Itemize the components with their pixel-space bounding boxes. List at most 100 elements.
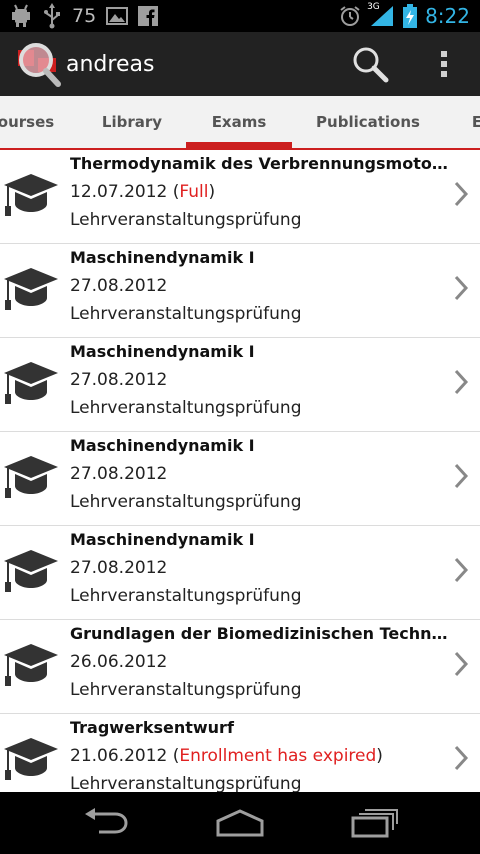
alarm-icon bbox=[339, 5, 361, 27]
paren-open: ( bbox=[167, 746, 180, 766]
notification-area: 75 bbox=[0, 0, 159, 32]
exam-date: 26.06.2012 bbox=[70, 652, 168, 672]
exam-type: Lehrveranstaltungsprüfung bbox=[70, 210, 302, 230]
home-icon bbox=[216, 809, 264, 837]
paren-close: ) bbox=[208, 182, 216, 202]
exam-title: Thermodynamik des Verbrennungsmotors bbox=[70, 154, 448, 173]
usb-icon bbox=[42, 3, 62, 29]
exam-info: Maschinendynamik I 27.08.2012 Lehrverans… bbox=[70, 432, 450, 516]
tab-publications[interactable]: Publications bbox=[300, 96, 436, 148]
selected-tab-indicator bbox=[186, 142, 292, 148]
signal-3g-icon: 3G bbox=[367, 2, 395, 28]
exam-type: Lehrveranstaltungsprüfung bbox=[70, 680, 302, 700]
exam-list-item[interactable]: Thermodynamik des Verbrennungsmotors 12.… bbox=[0, 150, 480, 244]
app-title: andreas bbox=[66, 51, 155, 77]
chevron-right-icon bbox=[452, 462, 470, 490]
chevron-right-icon bbox=[452, 274, 470, 302]
exam-date-line: 12.07.2012 (Full) bbox=[70, 178, 450, 206]
tab-exams[interactable]: Exams bbox=[186, 96, 292, 148]
exam-title: Maschinendynamik I bbox=[70, 342, 255, 361]
graduation-cap-icon bbox=[2, 452, 60, 500]
battery-level: 75 bbox=[72, 5, 97, 27]
exam-title: Grundlagen der Biomedizinischen Technik,… bbox=[70, 624, 448, 643]
tab-library[interactable]: Library bbox=[82, 96, 182, 148]
exam-date-line: 27.08.2012 bbox=[70, 554, 450, 582]
navigation-bar bbox=[0, 792, 480, 854]
search-icon bbox=[353, 47, 389, 83]
exam-info: Tragwerksentwurf 21.06.2012 (Enrollment … bbox=[70, 714, 450, 792]
exam-date: 12.07.2012 bbox=[70, 182, 168, 202]
exam-date: 27.08.2012 bbox=[70, 370, 168, 390]
exam-date: 27.08.2012 bbox=[70, 558, 168, 578]
paren-open: ( bbox=[167, 182, 180, 202]
graduation-cap-icon bbox=[2, 264, 60, 312]
exam-title: Tragwerksentwurf bbox=[70, 718, 234, 737]
exam-status-wrap: (Enrollment has expired) bbox=[167, 746, 383, 766]
tab-label: Library bbox=[101, 113, 163, 131]
picture-icon bbox=[106, 6, 129, 26]
exam-type: Lehrveranstaltungsprüfung bbox=[70, 774, 302, 792]
exam-title: Maschinendynamik I bbox=[70, 530, 255, 549]
exam-status-wrap: (Full) bbox=[167, 182, 215, 202]
clock: 8:22 bbox=[425, 4, 470, 28]
graduation-cap-icon bbox=[2, 640, 60, 688]
overflow-menu-icon bbox=[441, 51, 447, 77]
status-bar: 75 3G 8:22 bbox=[0, 0, 480, 32]
exam-type: Lehrveranstaltungsprüfung bbox=[70, 586, 302, 606]
exam-type: Lehrveranstaltungsprüfung bbox=[70, 304, 302, 324]
exam-type: Lehrveranstaltungsprüfung bbox=[70, 492, 302, 512]
tab-label: Publications bbox=[316, 113, 420, 131]
exam-list[interactable]: Thermodynamik des Verbrennungsmotors 12.… bbox=[0, 150, 480, 792]
exam-title: Maschinendynamik I bbox=[70, 248, 255, 267]
exam-date-line: 27.08.2012 bbox=[70, 272, 450, 300]
facebook-icon bbox=[138, 6, 159, 26]
exam-date-line: 27.08.2012 bbox=[70, 366, 450, 394]
exam-list-item[interactable]: Maschinendynamik I 27.08.2012 Lehrverans… bbox=[0, 338, 480, 432]
exam-list-item[interactable]: Maschinendynamik I 27.08.2012 Lehrverans… bbox=[0, 432, 480, 526]
network-type-label: 3G bbox=[367, 2, 380, 12]
chevron-right-icon bbox=[452, 556, 470, 584]
exam-info: Thermodynamik des Verbrennungsmotors 12.… bbox=[70, 150, 450, 234]
exam-date: 27.08.2012 bbox=[70, 464, 168, 484]
app-logo-icon[interactable] bbox=[12, 38, 64, 90]
exam-info: Maschinendynamik I 27.08.2012 Lehrverans… bbox=[70, 244, 450, 328]
tab-next[interactable]: E bbox=[462, 96, 480, 148]
overflow-menu-button[interactable] bbox=[428, 40, 460, 88]
tab-label: E bbox=[472, 113, 480, 131]
back-button[interactable] bbox=[76, 802, 136, 844]
battery-charging-icon bbox=[403, 4, 418, 28]
exam-status: Enrollment has expired bbox=[179, 746, 377, 766]
chevron-right-icon bbox=[452, 180, 470, 208]
exam-list-item[interactable]: Tragwerksentwurf 21.06.2012 (Enrollment … bbox=[0, 714, 480, 792]
action-bar: andreas bbox=[0, 32, 480, 96]
back-icon bbox=[85, 808, 128, 834]
exam-date-line: 26.06.2012 bbox=[70, 648, 450, 676]
exam-info: Maschinendynamik I 27.08.2012 Lehrverans… bbox=[70, 526, 450, 610]
exam-date: 21.06.2012 bbox=[70, 746, 168, 766]
graduation-cap-icon bbox=[2, 546, 60, 594]
exam-list-item[interactable]: Maschinendynamik I 27.08.2012 Lehrverans… bbox=[0, 526, 480, 620]
tab-bar: ourses Library Exams Publications E bbox=[0, 96, 480, 150]
exam-date-line: 21.06.2012 (Enrollment has expired) bbox=[70, 742, 450, 770]
paren-close: ) bbox=[376, 746, 383, 766]
system-indicators: 3G 8:22 bbox=[339, 0, 480, 32]
home-button[interactable] bbox=[210, 802, 270, 844]
tab-courses[interactable]: ourses bbox=[0, 96, 62, 148]
recent-apps-icon bbox=[351, 809, 398, 838]
android-debug-icon bbox=[10, 4, 32, 28]
graduation-cap-icon bbox=[2, 358, 60, 406]
exam-type: Lehrveranstaltungsprüfung bbox=[70, 398, 302, 418]
exam-date: 27.08.2012 bbox=[70, 276, 168, 296]
chevron-right-icon bbox=[452, 744, 470, 772]
exam-info: Maschinendynamik I 27.08.2012 Lehrverans… bbox=[70, 338, 450, 422]
exam-status: Full bbox=[179, 182, 209, 202]
exam-date-line: 27.08.2012 bbox=[70, 460, 450, 488]
chevron-right-icon bbox=[452, 368, 470, 396]
exam-list-item[interactable]: Grundlagen der Biomedizinischen Technik,… bbox=[0, 620, 480, 714]
search-button[interactable] bbox=[346, 40, 394, 88]
exam-info: Grundlagen der Biomedizinischen Technik,… bbox=[70, 620, 450, 704]
exam-list-item[interactable]: Maschinendynamik I 27.08.2012 Lehrverans… bbox=[0, 244, 480, 338]
recent-apps-button[interactable] bbox=[344, 802, 404, 844]
chevron-right-icon bbox=[452, 650, 470, 678]
graduation-cap-icon bbox=[2, 170, 60, 218]
